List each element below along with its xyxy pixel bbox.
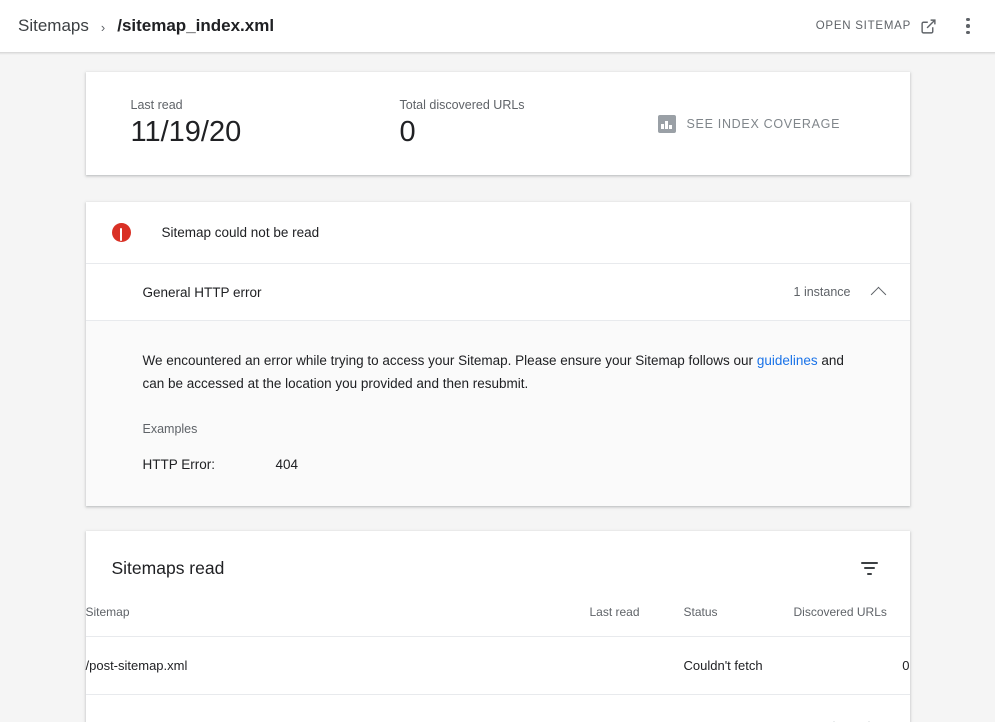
column-header-status[interactable]: Status xyxy=(683,605,794,637)
metric-total-discovered-urls: Total discovered URLs 0 xyxy=(400,98,650,149)
total-urls-value: 0 xyxy=(399,116,416,149)
sitemap-error-card: Sitemap could not be read General HTTP e… xyxy=(85,202,910,506)
kebab-menu-icon[interactable] xyxy=(953,8,983,44)
bar-chart-icon xyxy=(657,114,676,133)
error-row-meta: 1 instance xyxy=(793,285,886,302)
see-index-coverage-label: SEE INDEX COVERAGE xyxy=(686,116,841,131)
error-circle-icon xyxy=(111,223,131,242)
page-content: Last read 11/19/20 Total discovered URLs… xyxy=(0,52,995,722)
table-row[interactable]: /post-sitemap.xml Couldn't fetch 0 xyxy=(85,636,910,695)
cell-status: Couldn't fetch xyxy=(683,636,794,695)
metric-last-read: Last read 11/19/20 xyxy=(131,98,400,149)
sitemaps-table: Sitemap Last read Status Discovered URLs… xyxy=(85,605,910,695)
example-row: HTTP Error: 404 xyxy=(143,457,853,472)
example-value: 404 xyxy=(275,457,299,472)
next-page-button[interactable] xyxy=(852,708,890,722)
see-index-coverage-button[interactable]: SEE INDEX COVERAGE xyxy=(657,114,841,133)
examples-label: Examples xyxy=(142,422,198,436)
error-type-label: General HTTP error xyxy=(142,284,262,300)
example-key: HTTP Error: xyxy=(142,457,216,472)
previous-page-button[interactable] xyxy=(814,708,852,722)
error-card-title: Sitemap could not be read xyxy=(161,225,320,240)
error-card-header: Sitemap could not be read xyxy=(85,202,910,264)
column-header-sitemap[interactable]: Sitemap xyxy=(85,605,590,637)
breadcrumb-separator-icon: › xyxy=(100,19,106,35)
column-header-last-read[interactable]: Last read xyxy=(589,605,684,637)
error-detail-panel: We encountered an error while trying to … xyxy=(85,321,910,506)
top-app-bar: Sitemaps › /sitemap_index.xml OPEN SITEM… xyxy=(0,0,995,55)
last-read-value: 11/19/20 xyxy=(130,116,242,149)
guidelines-link[interactable]: guidelines xyxy=(757,353,818,368)
top-bar-actions: OPEN SITEMAP xyxy=(810,8,983,44)
total-urls-label: Total discovered URLs xyxy=(399,98,525,113)
cell-last-read xyxy=(589,636,684,695)
sitemap-summary-card: Last read 11/19/20 Total discovered URLs… xyxy=(85,72,910,175)
chevron-up-icon[interactable] xyxy=(870,286,886,302)
table-header-row: Sitemap Last read Status Discovered URLs xyxy=(85,605,910,637)
breadcrumb-root-link[interactable]: Sitemaps xyxy=(18,16,89,36)
filter-list-icon[interactable] xyxy=(853,551,887,585)
breadcrumb-current-page: /sitemap_index.xml xyxy=(117,16,275,35)
sitemaps-read-card: Sitemaps read Sitemap Last read Status D… xyxy=(85,531,910,722)
sitemaps-read-title: Sitemaps read xyxy=(111,557,225,578)
error-type-row[interactable]: General HTTP error 1 instance xyxy=(85,264,910,321)
error-detail-text-before: We encountered an error while trying to … xyxy=(142,353,757,368)
column-header-discovered-urls[interactable]: Discovered URLs xyxy=(793,605,910,637)
table-pagination: Rows per page: 10 1-1 of 1 xyxy=(86,695,910,722)
external-link-icon xyxy=(920,18,937,35)
cell-sitemap: /post-sitemap.xml xyxy=(85,636,590,695)
cell-discovered-urls: 0 xyxy=(793,636,910,695)
last-read-label: Last read xyxy=(130,98,183,113)
open-sitemap-button[interactable]: OPEN SITEMAP xyxy=(810,12,943,41)
error-detail-text: We encountered an error while trying to … xyxy=(143,349,853,395)
breadcrumb: Sitemaps › /sitemap_index.xml xyxy=(18,16,274,36)
open-sitemap-label: OPEN SITEMAP xyxy=(815,20,911,32)
sitemaps-read-header: Sitemaps read xyxy=(86,531,910,605)
error-instance-count: 1 instance xyxy=(793,285,851,299)
